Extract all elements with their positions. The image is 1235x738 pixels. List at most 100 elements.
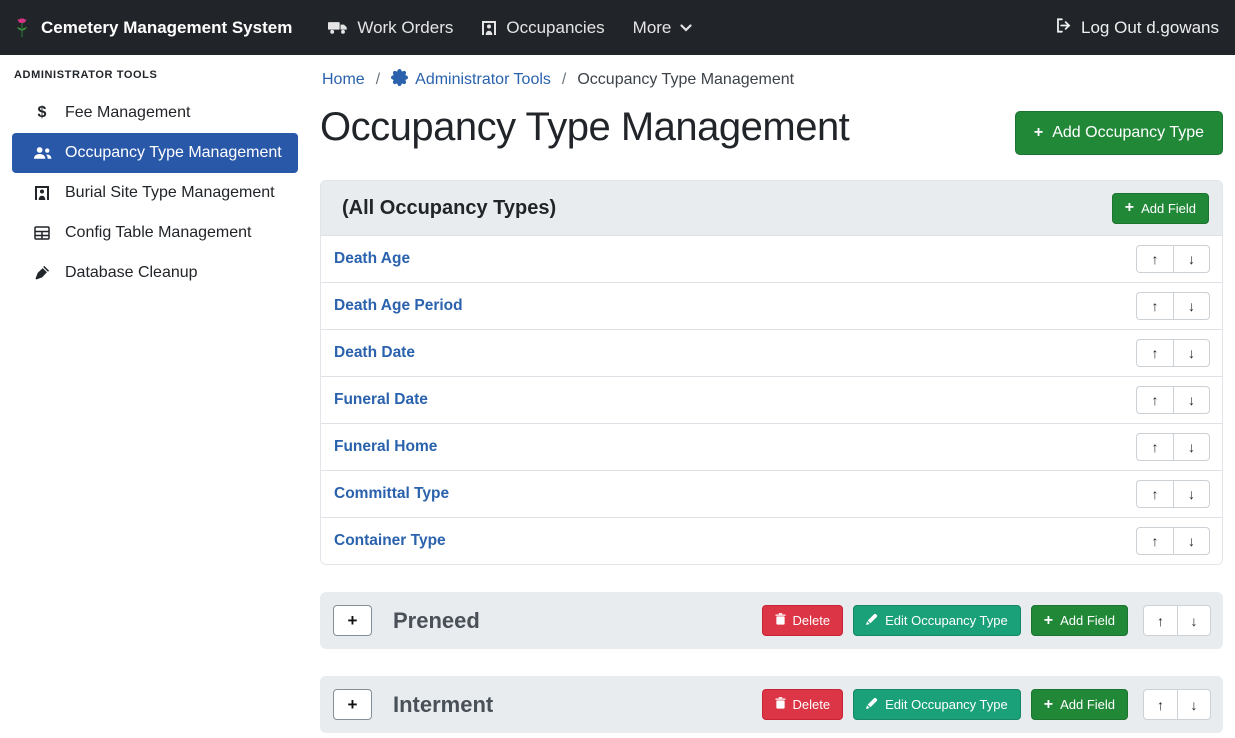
gear-icon — [391, 69, 408, 91]
app-title: Cemetery Management System — [41, 18, 292, 38]
add-field-button[interactable]: + Add Field — [1112, 193, 1209, 224]
field-link-funeral-home[interactable]: Funeral Home — [334, 438, 437, 456]
chevron-down-icon — [680, 24, 692, 32]
section-title: Interment — [393, 692, 752, 718]
plus-icon: + — [348, 696, 358, 713]
expand-section-button[interactable]: + — [333, 605, 372, 636]
field-link-death-age[interactable]: Death Age — [334, 250, 410, 268]
delete-button[interactable]: Delete — [762, 605, 844, 636]
move-up-button[interactable]: ↑ — [1136, 480, 1173, 508]
sidebar-item-occupancy-type-management[interactable]: Occupancy Type Management — [12, 133, 298, 173]
move-up-button[interactable]: ↑ — [1136, 433, 1173, 461]
move-down-button[interactable]: ↓ — [1173, 339, 1210, 367]
trash-icon — [775, 613, 786, 628]
main-content: Home / Administrator Tools / Occupancy T… — [308, 55, 1235, 738]
arrow-down-icon: ↓ — [1188, 392, 1195, 408]
delete-label: Delete — [793, 613, 831, 628]
move-buttons: ↑ ↓ — [1136, 245, 1210, 273]
breadcrumb-separator: / — [376, 71, 380, 89]
all-occupancy-types-card: (All Occupancy Types) + Add Field Death … — [320, 180, 1223, 565]
field-link-death-date[interactable]: Death Date — [334, 344, 415, 362]
dollar-icon: $ — [32, 104, 52, 122]
field-link-committal-type[interactable]: Committal Type — [334, 485, 449, 503]
title-row: Occupancy Type Management + Add Occupanc… — [320, 105, 1223, 155]
move-buttons: ↑ ↓ — [1143, 689, 1211, 720]
logout-label: Log Out d.gowans — [1081, 18, 1219, 38]
breadcrumb-home-link[interactable]: Home — [322, 71, 365, 89]
arrow-up-icon: ↑ — [1157, 697, 1164, 713]
sidebar-item-label: Database Cleanup — [65, 264, 198, 282]
move-up-button[interactable]: ↑ — [1136, 527, 1173, 555]
breadcrumb: Home / Administrator Tools / Occupancy T… — [320, 67, 1223, 91]
move-up-button[interactable]: ↑ — [1136, 339, 1173, 367]
move-buttons: ↑ ↓ — [1136, 433, 1210, 461]
sidebar-item-database-cleanup[interactable]: Database Cleanup — [12, 253, 298, 293]
move-down-button[interactable]: ↓ — [1173, 245, 1210, 273]
sidebar-item-label: Config Table Management — [65, 224, 252, 242]
edit-occupancy-type-label: Edit Occupancy Type — [885, 697, 1008, 712]
plus-icon: + — [1044, 613, 1053, 629]
add-field-button[interactable]: + Add Field — [1031, 605, 1128, 636]
arrow-down-icon: ↓ — [1188, 298, 1195, 314]
sidebar-item-fee-management[interactable]: $ Fee Management — [12, 93, 298, 133]
field-row: Death Age ↑ ↓ — [321, 235, 1222, 282]
app-brand[interactable]: Cemetery Management System — [12, 16, 292, 40]
arrow-down-icon: ↓ — [1191, 613, 1198, 629]
edit-occupancy-type-button[interactable]: Edit Occupancy Type — [853, 605, 1021, 636]
person-booth-icon — [481, 20, 497, 36]
sidebar-item-config-table-management[interactable]: Config Table Management — [12, 213, 298, 253]
top-navbar: Cemetery Management System Work Orders — [0, 0, 1235, 55]
expand-section-button[interactable]: + — [333, 689, 372, 720]
arrow-up-icon: ↑ — [1157, 613, 1164, 629]
breadcrumb-admin-tools-link[interactable]: Administrator Tools — [391, 69, 551, 91]
move-down-button[interactable]: ↓ — [1173, 480, 1210, 508]
nav-item-occupancies[interactable]: Occupancies — [467, 10, 618, 46]
sidebar-item-burial-site-type-management[interactable]: Burial Site Type Management — [12, 173, 298, 213]
move-buttons: ↑ ↓ — [1143, 605, 1211, 636]
field-row: Container Type ↑ ↓ — [321, 517, 1222, 564]
trash-icon — [775, 697, 786, 712]
nav-item-label: Work Orders — [357, 18, 453, 38]
field-row: Funeral Home ↑ ↓ — [321, 423, 1222, 470]
move-down-button[interactable]: ↓ — [1173, 527, 1210, 555]
arrow-up-icon: ↑ — [1152, 533, 1159, 549]
users-icon — [32, 146, 52, 160]
move-up-button[interactable]: ↑ — [1143, 605, 1177, 636]
sidebar-item-label: Fee Management — [65, 104, 190, 122]
add-occupancy-type-button[interactable]: + Add Occupancy Type — [1015, 111, 1223, 155]
pencil-icon — [866, 697, 878, 712]
field-link-funeral-date[interactable]: Funeral Date — [334, 391, 428, 409]
nav-links: Work Orders Occupancies More — [314, 10, 706, 46]
card-header: (All Occupancy Types) + Add Field — [321, 181, 1222, 235]
edit-occupancy-type-label: Edit Occupancy Type — [885, 613, 1008, 628]
move-down-button[interactable]: ↓ — [1177, 689, 1211, 720]
arrow-up-icon: ↑ — [1152, 251, 1159, 267]
move-down-button[interactable]: ↓ — [1173, 292, 1210, 320]
plus-icon: + — [1044, 697, 1053, 713]
plus-icon: + — [1125, 200, 1134, 216]
nav-item-more[interactable]: More — [619, 10, 707, 46]
move-buttons: ↑ ↓ — [1136, 386, 1210, 414]
nav-item-work-orders[interactable]: Work Orders — [314, 10, 467, 46]
edit-occupancy-type-button[interactable]: Edit Occupancy Type — [853, 689, 1021, 720]
arrow-down-icon: ↓ — [1188, 486, 1195, 502]
arrow-up-icon: ↑ — [1152, 392, 1159, 408]
move-down-button[interactable]: ↓ — [1177, 605, 1211, 636]
delete-button[interactable]: Delete — [762, 689, 844, 720]
nav-item-label: Occupancies — [506, 18, 604, 38]
add-field-button[interactable]: + Add Field — [1031, 689, 1128, 720]
field-link-death-age-period[interactable]: Death Age Period — [334, 297, 463, 315]
logout-button[interactable]: Log Out d.gowans — [1055, 17, 1219, 39]
card-title: (All Occupancy Types) — [342, 197, 556, 220]
sidebar: Administrator Tools $ Fee Management Occ… — [0, 55, 308, 738]
move-down-button[interactable]: ↓ — [1173, 433, 1210, 461]
move-up-button[interactable]: ↑ — [1143, 689, 1177, 720]
breadcrumb-label: Administrator Tools — [415, 71, 551, 89]
move-up-button[interactable]: ↑ — [1136, 292, 1173, 320]
person-booth-icon — [32, 185, 52, 201]
field-link-container-type[interactable]: Container Type — [334, 532, 446, 550]
section-title: Preneed — [393, 608, 752, 634]
move-up-button[interactable]: ↑ — [1136, 386, 1173, 414]
move-down-button[interactable]: ↓ — [1173, 386, 1210, 414]
move-up-button[interactable]: ↑ — [1136, 245, 1173, 273]
